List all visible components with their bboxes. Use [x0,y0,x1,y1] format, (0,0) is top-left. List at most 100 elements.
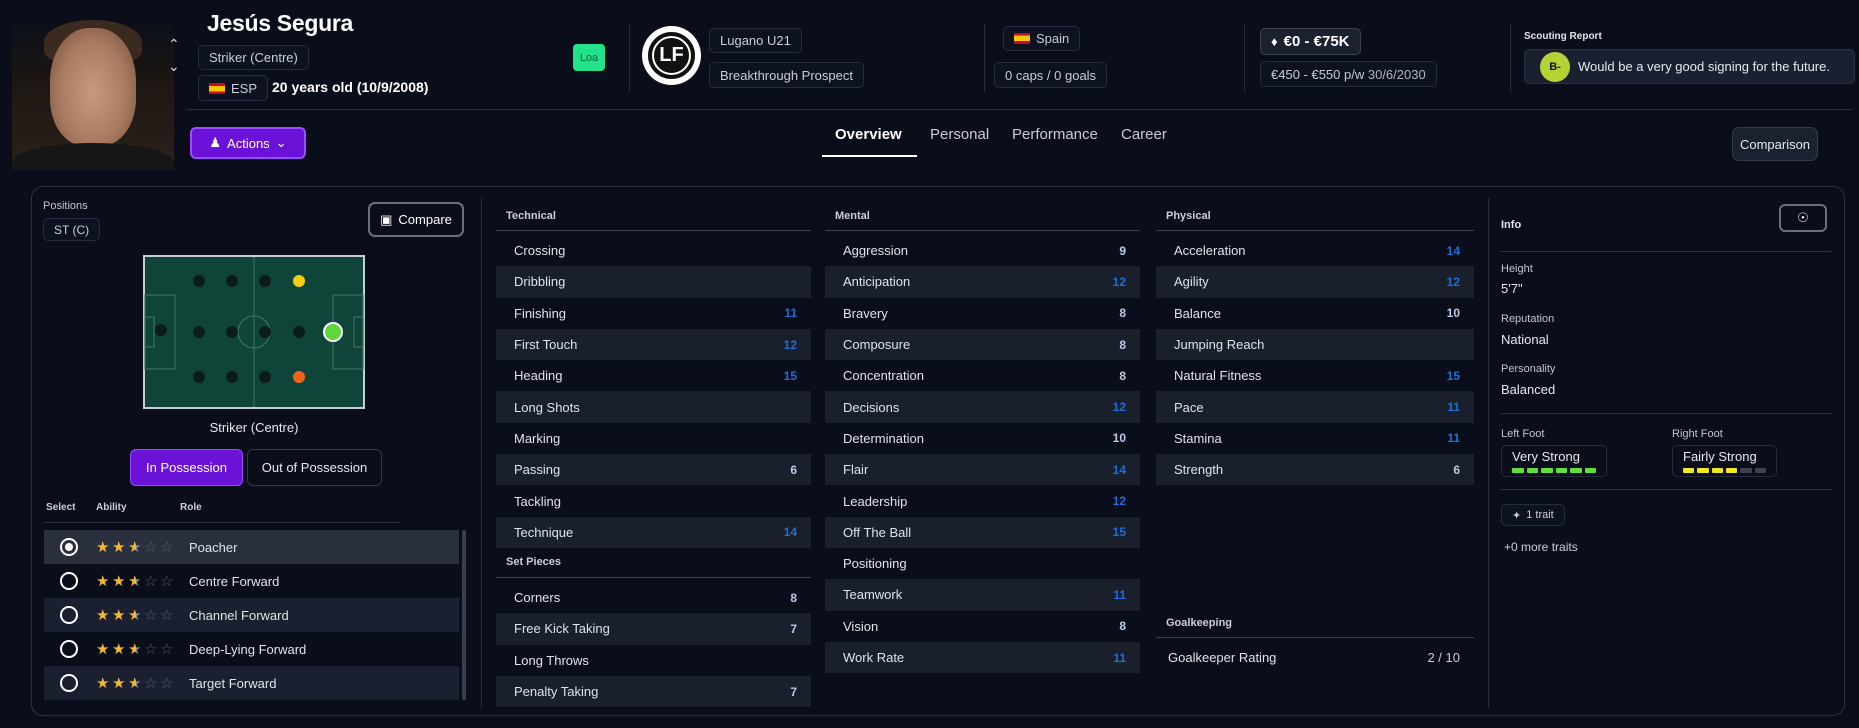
attribute-row[interactable]: Long Shots [496,391,811,423]
roles-scrollbar[interactable] [462,530,466,700]
star-icon: ☆ [144,538,158,556]
role-row[interactable]: ★ ★ ★ ☆ ☆ Deep-Lying Forward [44,632,459,666]
attribute-row[interactable]: Passing 6 [496,454,811,486]
attribute-value: 14 [1446,243,1460,258]
role-row[interactable]: ★ ★ ★ ☆ ☆ Target Forward [44,666,459,700]
comparison-button[interactable]: Comparison [1732,127,1818,161]
compare-label: Compare [398,212,452,227]
mental-column: Mental Aggression 9 Anticipation 12 Bravery 8 C… [825,201,1140,674]
star-icon: ★ [112,606,126,624]
attribute-value: 12 [1112,400,1126,415]
nationality-code: ESP [231,80,258,96]
attribute-row[interactable]: Natural Fitness 15 [1156,360,1474,391]
attribute-row[interactable]: Vision 8 [825,611,1140,642]
attribute-row[interactable]: Off The Ball 15 [825,516,1140,548]
attribute-row[interactable]: Balance 10 [1156,298,1474,329]
technical-column: Technical Crossing Dribbling Finishing 11 Fir… [496,201,811,708]
star-icon: ☆ [160,572,174,590]
right-foot-value: Fairly Strong [1683,449,1757,464]
attribute-row[interactable]: Heading 15 [496,360,811,391]
role-row[interactable]: ★ ★ ★ ☆ ☆ Centre Forward [44,564,459,598]
tab-career[interactable]: Career [1121,126,1167,143]
more-traits-link[interactable]: +0 more traits [1504,540,1578,554]
player-name: Jesús Segura [207,10,353,36]
attribute-row[interactable]: Finishing 11 [496,298,811,329]
nationality-chip: ESP [198,75,269,101]
attribute-row[interactable]: Stamina 11 [1156,423,1474,454]
role-radio[interactable] [60,640,78,658]
physical-column: Physical Acceleration 14 Agility 12 Balance 10… [1156,201,1474,486]
star-icon: ☆ [144,674,158,692]
attribute-row[interactable]: Bravery 8 [825,298,1140,329]
attribute-row[interactable]: Determination 10 [825,423,1140,454]
attribute-row[interactable]: Concentration 8 [825,360,1140,391]
right-foot-label: Right Foot [1672,428,1723,440]
attribute-row[interactable]: Pace 11 [1156,391,1474,423]
attribute-row[interactable]: Dribbling [496,266,811,298]
attribute-value: 8 [1119,619,1126,634]
club-chip[interactable]: Lugano U21 [709,28,802,53]
attribute-row[interactable]: Tackling [496,485,811,516]
role-radio[interactable] [60,538,78,556]
role-radio[interactable] [60,572,78,590]
role-radio[interactable] [60,674,78,692]
attribute-row[interactable]: Positioning [825,548,1140,579]
attribute-row[interactable]: Crossing [496,235,811,266]
attribute-row[interactable]: Long Throws [496,645,811,676]
attribute-row[interactable]: Agility 12 [1156,266,1474,298]
attribute-value: 11 [1447,400,1460,415]
attribute-name: Corners [514,590,561,606]
position-dot-amr [293,275,305,287]
nation-chip[interactable]: Spain [1003,26,1081,51]
attribute-row[interactable]: Aggression 9 [825,235,1140,266]
attribute-name: Marking [514,430,561,446]
attribute-name: Penalty Taking [514,684,599,699]
attribute-row[interactable]: First Touch 12 [496,328,811,361]
technical-header: Technical [496,201,811,231]
attribute-row[interactable]: Work Rate 11 [825,641,1140,674]
attribute-row[interactable]: Strength 6 [1156,454,1474,486]
compare-icon: ▣ [380,211,393,227]
next-player-arrow-icon[interactable]: ⌄ [168,58,180,75]
out-of-possession-toggle[interactable]: Out of Possession [247,449,382,486]
attribute-value: 15 [783,368,797,383]
foot-bar [1512,468,1524,473]
attribute-value: 7 [790,621,797,636]
tab-performance[interactable]: Performance [1012,126,1098,143]
attribute-row[interactable]: Penalty Taking 7 [496,675,811,708]
scouting-label: Scouting Report [1524,31,1602,42]
attribute-row[interactable]: Decisions 12 [825,391,1140,423]
height-value: 5'7" [1501,281,1523,296]
personality-wheel-button[interactable]: ☉ [1779,204,1827,232]
in-possession-toggle[interactable]: In Possession [130,449,243,486]
attribute-row[interactable]: Free Kick Taking 7 [496,613,811,645]
attribute-row[interactable]: Marking [496,423,811,454]
club-logo[interactable]: LF [642,26,701,85]
role-row[interactable]: ★ ★ ★ ☆ ☆ Poacher [44,530,459,564]
attribute-row[interactable]: Technique 14 [496,516,811,548]
attribute-name: Long Throws [514,652,589,668]
attribute-row[interactable]: Acceleration 14 [1156,235,1474,266]
tab-overview[interactable]: Overview [835,126,902,143]
role-row[interactable]: ★ ★ ★ ☆ ☆ Channel Forward [44,598,459,632]
attribute-name: Decisions [843,399,900,415]
attribute-name: Vision [843,618,879,634]
role-radio[interactable] [60,606,78,624]
attribute-row[interactable]: Leadership 12 [825,485,1140,516]
attribute-row[interactable]: Flair 14 [825,454,1140,486]
scouting-report[interactable]: B- Would be a very good signing for the … [1524,49,1855,84]
tab-personal[interactable]: Personal [930,126,989,143]
attribute-row[interactable]: Jumping Reach [1156,328,1474,361]
compare-button[interactable]: ▣ Compare [368,202,464,237]
actions-button[interactable]: ♟ Actions ⌄ [190,127,306,159]
traits-chip[interactable]: ✦ 1 trait [1501,504,1565,526]
attribute-row[interactable]: Anticipation 12 [825,266,1140,298]
selected-position-label: Striker (Centre) [209,420,299,435]
attribute-name: Positioning [843,556,907,572]
attribute-row[interactable]: Teamwork 11 [825,579,1140,611]
attribute-name: Aggression [843,243,909,259]
previous-player-arrow-icon[interactable]: ⌃ [168,36,180,53]
attribute-row[interactable]: Corners 8 [496,582,811,613]
roles-list: ★ ★ ★ ☆ ☆ Poacher ★ ★ ★ ☆ ☆ Centre Forward ★ ★ ★ ☆ ☆ Chan… [44,530,459,700]
attribute-row[interactable]: Composure 8 [825,328,1140,361]
